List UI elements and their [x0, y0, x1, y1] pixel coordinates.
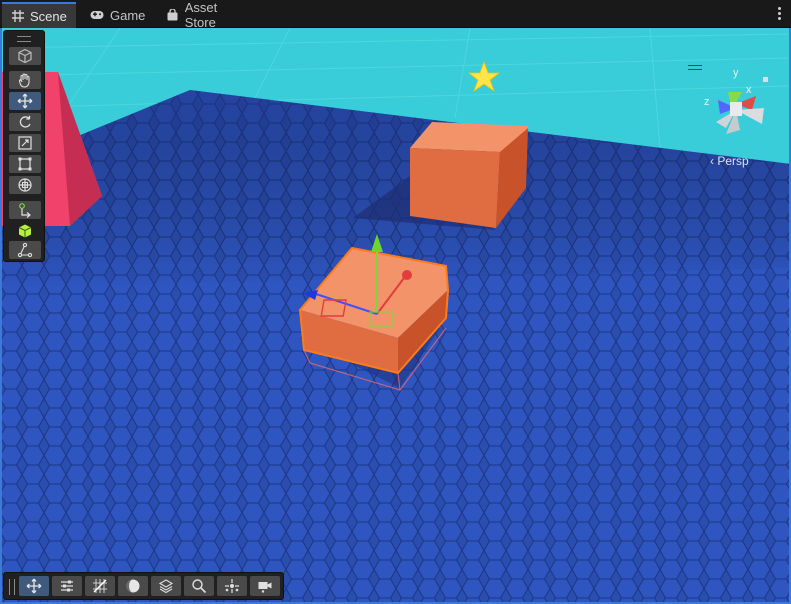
grid-snap-tool[interactable]	[85, 576, 115, 596]
rotate-icon	[19, 115, 31, 128]
probuilder-tool[interactable]	[9, 241, 41, 259]
pivot-tool[interactable]	[9, 201, 41, 219]
scale-icon	[18, 136, 32, 150]
custom-cube-tool[interactable]	[9, 222, 41, 240]
shopping-bag-icon	[166, 8, 179, 22]
hand-tool[interactable]	[9, 71, 41, 89]
tools-overlay	[3, 30, 45, 262]
nodes-icon	[17, 242, 33, 258]
axis-gizmo-icon[interactable]: y x z	[690, 64, 780, 152]
gizmo-menu-icon[interactable]	[688, 65, 702, 70]
tab-game[interactable]: Game	[80, 2, 150, 28]
drag-handle[interactable]	[17, 36, 31, 42]
scene-render[interactable]	[0, 28, 791, 604]
camera-icon	[258, 582, 272, 593]
drag-handle[interactable]	[9, 579, 15, 595]
sliders-icon	[61, 580, 73, 592]
orientation-gizmo[interactable]: y x z ‹ Persp	[688, 64, 780, 174]
layers-icon	[158, 579, 174, 594]
green-cube-icon	[18, 224, 32, 238]
cube-outline-icon	[18, 48, 32, 64]
scene-viewport[interactable]: y x z ‹ Persp	[0, 28, 791, 604]
projection-label: Persp	[717, 154, 749, 168]
axis-y-label: y	[733, 67, 739, 79]
axis-z-label: z	[704, 96, 710, 108]
hand-icon	[18, 73, 30, 88]
transform-tool[interactable]	[9, 176, 41, 194]
shading-mode-tool[interactable]	[118, 576, 148, 596]
tab-scene-label: Scene	[30, 8, 67, 24]
scale-tool[interactable]	[9, 134, 41, 152]
more-options-icon[interactable]	[775, 5, 783, 23]
search-tool[interactable]	[184, 576, 214, 596]
tab-asset-store-label: Asset Store	[184, 0, 218, 30]
camera-tool[interactable]	[250, 576, 280, 596]
rect-icon	[18, 157, 32, 171]
rotate-tool[interactable]	[9, 113, 41, 131]
view-options-cube-tool[interactable]	[9, 47, 41, 65]
pivot-center-tool[interactable]	[217, 576, 247, 596]
pivot-icon	[19, 203, 31, 218]
move-arrows-icon	[26, 578, 42, 594]
tab-asset-store[interactable]: Asset Store	[156, 0, 256, 30]
grid-snap-icon	[93, 579, 107, 593]
tab-game-label: Game	[110, 7, 146, 23]
bottom-overlay-toolbar	[3, 572, 284, 600]
axis-x-label: x	[746, 84, 752, 96]
sphere-icon	[126, 579, 140, 593]
projection-toggle[interactable]: ‹ Persp	[710, 154, 749, 168]
tab-scene[interactable]: Scene	[2, 2, 76, 28]
move-overlay-tool[interactable]	[19, 576, 49, 596]
gamepad-icon	[90, 8, 104, 22]
layers-tool[interactable]	[151, 576, 181, 596]
rect-tool[interactable]	[9, 155, 41, 173]
move-arrows-icon	[17, 93, 33, 109]
pivot-center-icon	[225, 579, 239, 593]
transform-icon	[18, 178, 32, 192]
chevron-left-icon: ‹	[710, 154, 714, 168]
move-tool[interactable]	[9, 92, 41, 110]
grid-icon	[12, 9, 24, 23]
sliders-tool[interactable]	[52, 576, 82, 596]
tab-bar: Scene Game Asset Store	[0, 0, 791, 30]
search-icon	[192, 579, 207, 594]
